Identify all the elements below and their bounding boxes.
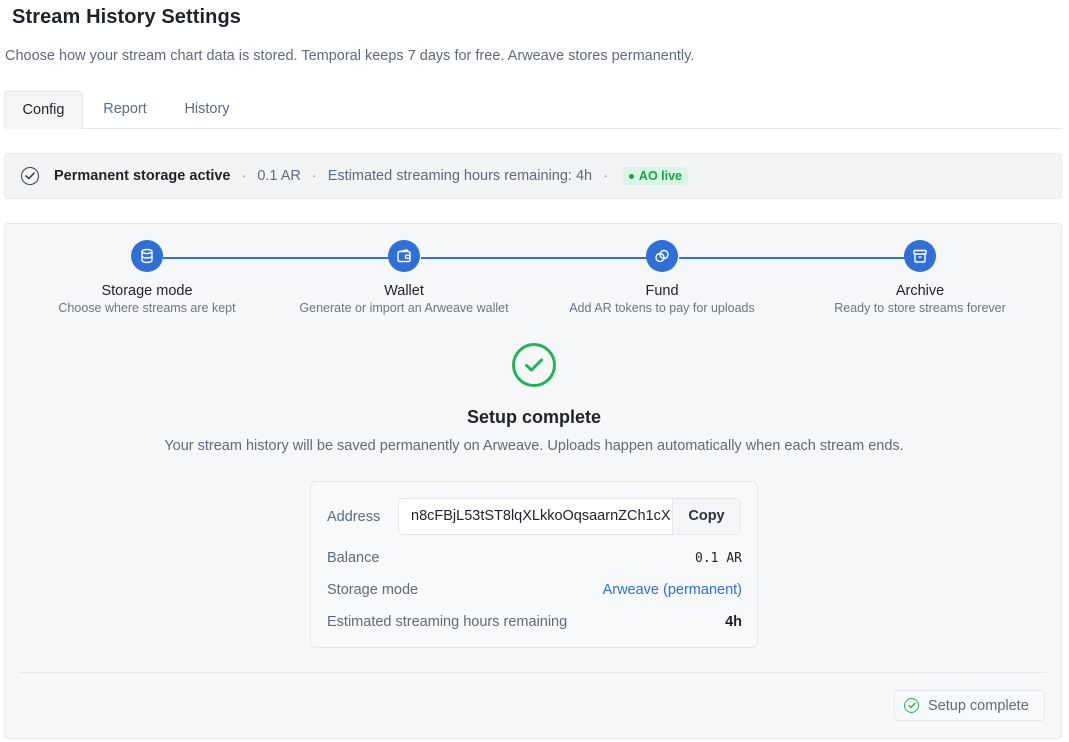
- copy-address-button[interactable]: Copy: [672, 499, 740, 534]
- ao-live-label: AO live: [638, 169, 682, 183]
- success-check-icon: [512, 343, 556, 387]
- archive-icon: [904, 240, 936, 272]
- step-storage-mode[interactable]: Storage mode Choose where streams are ke…: [17, 240, 277, 315]
- separator: ·: [241, 168, 247, 184]
- step-title: Archive: [895, 283, 945, 299]
- check-circle-icon: [21, 167, 39, 185]
- balance-value: 0.1 AR: [695, 551, 742, 566]
- step-description: Ready to store streams forever: [834, 301, 1006, 315]
- balance-label: Balance: [327, 550, 380, 566]
- page-title: Stream History Settings: [12, 6, 242, 28]
- setup-complete-description: Your stream history will be saved perman…: [164, 438, 904, 454]
- status-label: Permanent storage active: [54, 168, 231, 184]
- hours-remaining-label: Estimated streaming hours remaining: [327, 614, 568, 630]
- page-subtitle: Choose how your stream chart data is sto…: [5, 48, 695, 64]
- separator: ·: [311, 168, 317, 184]
- setup-complete-button[interactable]: Setup complete: [894, 690, 1045, 721]
- live-dot-icon: [628, 173, 634, 179]
- status-balance: 0.1 AR: [257, 168, 301, 184]
- coins-icon: [646, 240, 678, 272]
- hours-remaining-value: 4h: [725, 614, 742, 630]
- wallet-info-card: Address n8cFBjL53tST8lqXLkkoOqsaarnZCh1c…: [310, 481, 758, 648]
- ao-live-badge: AO live: [622, 167, 688, 185]
- footer-divider: [20, 672, 1046, 673]
- address-field: n8cFBjL53tST8lqXLkkoOqsaarnZCh1cX Copy: [398, 498, 741, 535]
- address-value[interactable]: n8cFBjL53tST8lqXLkkoOqsaarnZCh1cX: [399, 499, 672, 534]
- step-archive[interactable]: Archive Ready to store streams forever: [790, 240, 1050, 315]
- tab-config[interactable]: Config: [4, 91, 83, 129]
- status-hours: Estimated streaming hours remaining: 4h: [327, 168, 593, 184]
- tab-bar: Config Report History: [4, 91, 1062, 129]
- step-title: Storage mode: [101, 283, 193, 299]
- step-fund[interactable]: Fund Add AR tokens to pay for uploads: [532, 240, 792, 315]
- check-circle-icon: [904, 698, 919, 713]
- storage-status-bar: Permanent storage active · 0.1 AR · Esti…: [4, 153, 1062, 199]
- storage-mode-link[interactable]: Arweave (permanent): [603, 582, 742, 598]
- step-title: Wallet: [384, 283, 424, 299]
- step-description: Generate or import an Arweave wallet: [299, 301, 509, 315]
- step-wallet[interactable]: Wallet Generate or import an Arweave wal…: [274, 240, 534, 315]
- address-label: Address: [327, 509, 381, 525]
- step-description: Choose where streams are kept: [58, 301, 236, 315]
- setup-complete-heading: Setup complete: [466, 407, 602, 427]
- setup-complete-button-label: Setup complete: [928, 697, 1029, 714]
- separator: ·: [603, 168, 608, 184]
- step-description: Add AR tokens to pay for uploads: [569, 301, 755, 315]
- storage-mode-label: Storage mode: [327, 582, 419, 598]
- setup-panel: Storage mode Choose where streams are ke…: [4, 223, 1062, 739]
- step-title: Fund: [645, 283, 679, 299]
- tab-report[interactable]: Report: [90, 91, 160, 129]
- tab-history[interactable]: History: [170, 91, 244, 129]
- database-icon: [131, 240, 163, 272]
- wallet-icon: [388, 240, 420, 272]
